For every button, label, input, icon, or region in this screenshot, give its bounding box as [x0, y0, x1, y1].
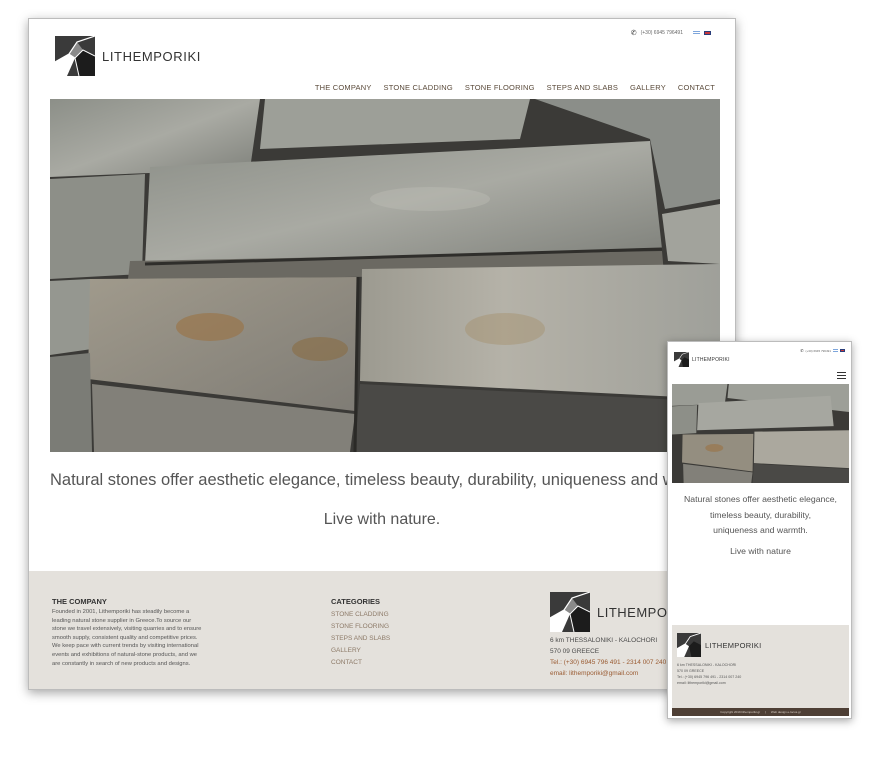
footer-link-gallery[interactable]: GALLERY [331, 647, 390, 654]
mobile-tagline-line: timeless beauty, durability, [709, 509, 812, 520]
phone-icon: ✆ [630, 30, 637, 37]
brand-name: LITHEMPORIKI [102, 48, 201, 64]
web-design-credit[interactable]: Web design e-locus.gr [771, 710, 801, 714]
nav-item-stone-flooring[interactable]: STONE FLOORING [465, 83, 535, 92]
nav-item-stone-cladding[interactable]: STONE CLADDING [384, 83, 453, 92]
footer-categories: CATEGORIES STONE CLADDING STONE FLOORING… [331, 597, 390, 666]
gr-flag-icon[interactable] [833, 349, 838, 352]
logo-mark-icon [674, 352, 689, 367]
gr-flag-icon[interactable] [693, 31, 700, 35]
footer-link-steps-and-slabs[interactable]: STEPS AND SLABS [331, 635, 390, 642]
mobile-hero-subline: Live with nature [730, 546, 791, 556]
header-contact: ✆ (+30) 6945 796491 [631, 29, 711, 37]
header-phone[interactable]: (+30) 6945 796491 [641, 30, 683, 36]
footer-link-contact[interactable]: CONTACT [331, 659, 390, 666]
mobile-brand-name: LITHEMPORIKI [692, 356, 730, 363]
footer-link-stone-cladding[interactable]: STONE CLADDING [331, 611, 390, 618]
logo-mark-icon [55, 36, 95, 76]
mobile-footer: LITHEMPORIKI 6 km THESSALONIKI - KALOCHO… [672, 625, 849, 708]
mobile-header-phone[interactable]: (+30) 6945 796491 [806, 349, 831, 353]
phone-icon: ✆ [800, 348, 804, 353]
mobile-footer-address: 6 km THESSALONIKI - KALOCHORI 570 09 GRE… [677, 662, 741, 686]
logo-mark-icon [677, 633, 701, 657]
mobile-logo[interactable]: LITHEMPORIKI [674, 352, 730, 367]
mobile-footer-logo[interactable]: LITHEMPORIKI [677, 633, 762, 657]
uk-flag-icon[interactable] [704, 31, 711, 35]
mobile-header-contact: ✆ (+30) 6945 796491 [800, 348, 845, 353]
nav-item-contact[interactable]: CONTACT [678, 83, 715, 92]
site-footer: THE COMPANY Founded in 2001, Lithemporik… [29, 571, 735, 689]
nav-item-steps-and-slabs[interactable]: STEPS AND SLABS [547, 83, 618, 92]
mobile-tagline-line: uniqueness and warmth. [713, 525, 808, 535]
footer-categories-title: CATEGORIES [331, 597, 381, 606]
footer-company-title: THE COMPANY [52, 597, 107, 606]
footer-company-text: Founded in 2001, Lithemporiki has steadi… [52, 609, 202, 667]
desktop-view: LITHEMPORIKI ✆ (+30) 6945 796491 THE COM… [28, 18, 736, 690]
hero-subline: Live with nature. [323, 511, 441, 528]
copyright-divider: | [765, 710, 766, 714]
mobile-footer-brand: LITHEMPORIKI [705, 640, 762, 650]
nav-item-company[interactable]: THE COMPANY [315, 83, 372, 92]
logo-mark-icon [550, 592, 590, 632]
mobile-hero-stone-image [672, 384, 849, 483]
copyright-text: Copyright 2019 lithemporiki.gr [720, 710, 761, 714]
main-nav: THE COMPANY STONE CLADDING STONE FLOORIN… [315, 83, 715, 92]
nav-item-gallery[interactable]: GALLERY [630, 83, 666, 92]
mobile-view: LITHEMPORIKI ✆ (+30) 6945 796491 Natural… [667, 341, 852, 719]
mobile-tagline-line: Natural stones offer aesthetic elegance, [684, 494, 837, 504]
hero-stone-image [50, 99, 720, 452]
footer-link-stone-flooring[interactable]: STONE FLOORING [331, 623, 390, 630]
footer-company: THE COMPANY Founded in 2001, Lithemporik… [52, 597, 202, 668]
mobile-copyright-bar: Copyright 2019 lithemporiki.gr | Web des… [672, 708, 849, 716]
hero-tagline: Natural stones offer aesthetic elegance,… [50, 471, 675, 489]
uk-flag-icon[interactable] [840, 349, 845, 352]
mobile-footer-email[interactable]: email: lithemporiki@gmail.com [677, 680, 741, 686]
composite-mockup: LITHEMPORIKI ✆ (+30) 6945 796491 THE COM… [0, 0, 894, 768]
hamburger-menu-icon[interactable] [837, 372, 846, 379]
site-logo[interactable]: LITHEMPORIKI [55, 36, 201, 76]
mobile-hero-tagline: Natural stones offer aesthetic elegance,… [676, 492, 845, 539]
